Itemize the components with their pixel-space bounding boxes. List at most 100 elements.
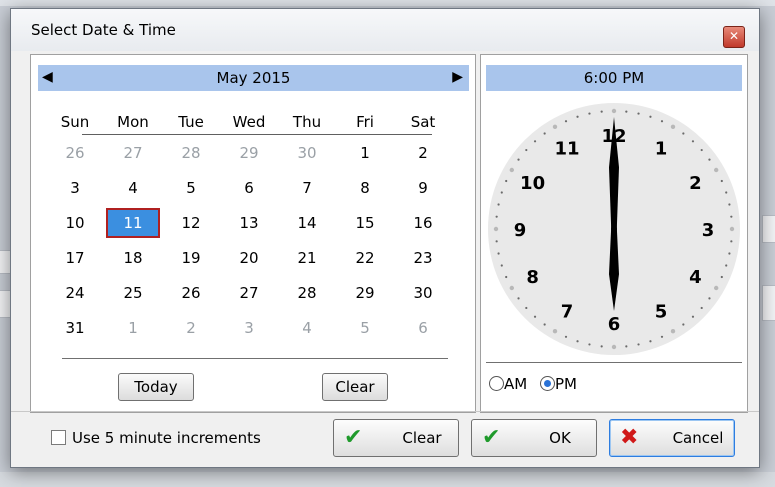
day-cell[interactable]: 1 xyxy=(338,138,392,168)
day-cell[interactable]: 29 xyxy=(338,278,392,308)
day-cell[interactable]: 9 xyxy=(396,173,450,203)
calendar-clear-button[interactable]: Clear xyxy=(322,373,388,401)
day-cell[interactable]: 5 xyxy=(164,173,218,203)
minute-tick xyxy=(495,240,498,243)
day-cell[interactable]: 8 xyxy=(338,173,392,203)
day-cell[interactable]: 27 xyxy=(106,138,160,168)
day-cell[interactable]: 21 xyxy=(280,243,334,273)
close-button[interactable]: ✕ xyxy=(723,26,745,48)
minute-tick xyxy=(552,124,558,130)
minute-tick xyxy=(730,240,733,243)
minute-tick xyxy=(543,323,546,326)
minute-tick xyxy=(625,345,628,348)
title-bar: Select Date & Time ✕ xyxy=(11,9,759,51)
pm-radio[interactable] xyxy=(539,376,555,391)
minute-tick xyxy=(660,120,664,123)
clock-center xyxy=(611,226,617,232)
day-cell[interactable]: 2 xyxy=(164,313,218,343)
day-cell[interactable]: 6 xyxy=(222,173,276,203)
day-cell[interactable]: 13 xyxy=(222,208,276,238)
minute-tick xyxy=(497,252,500,255)
minute-tick xyxy=(729,226,735,232)
day-cell-selected[interactable]: 11 xyxy=(106,208,160,238)
minute-tick xyxy=(564,120,568,123)
increments-option: Use 5 minute increments xyxy=(51,429,261,447)
minute-tick xyxy=(533,140,537,143)
minute-tick xyxy=(713,167,719,173)
day-cell[interactable]: 20 xyxy=(222,243,276,273)
day-cell[interactable]: 2 xyxy=(396,138,450,168)
clock-number: 7 xyxy=(561,301,574,322)
am-pm-selector: AM PM xyxy=(489,375,585,393)
day-cell[interactable]: 14 xyxy=(280,208,334,238)
footer-clear-button[interactable]: ✔ Clear xyxy=(333,419,459,457)
day-cell[interactable]: 22 xyxy=(338,243,392,273)
minute-tick xyxy=(708,158,711,161)
day-cell[interactable]: 26 xyxy=(164,278,218,308)
minute-tick xyxy=(525,306,528,310)
day-cell[interactable]: 29 xyxy=(222,138,276,168)
clock-number: 1 xyxy=(655,139,668,160)
weekday-header: Fri xyxy=(356,113,374,131)
day-cell[interactable]: 15 xyxy=(338,208,392,238)
day-cell[interactable]: 1 xyxy=(106,313,160,343)
footer-clear-label: Clear xyxy=(402,429,442,447)
today-button[interactable]: Today xyxy=(118,373,194,401)
ok-button[interactable]: ✔ OK xyxy=(471,419,597,457)
ampm-divider xyxy=(486,362,742,363)
background-app-field-right xyxy=(762,285,775,321)
minute-tick xyxy=(700,148,703,152)
minute-tick xyxy=(720,275,723,279)
day-cell[interactable]: 27 xyxy=(222,278,276,308)
day-cell[interactable]: 24 xyxy=(48,278,102,308)
day-cell[interactable]: 30 xyxy=(396,278,450,308)
minute-tick xyxy=(576,340,579,343)
next-month-icon[interactable]: ▶ xyxy=(452,69,463,85)
time-label: 6:00 PM xyxy=(486,65,742,91)
day-cell[interactable]: 7 xyxy=(280,173,334,203)
day-cell[interactable]: 31 xyxy=(48,313,102,343)
day-cell[interactable]: 18 xyxy=(106,243,160,273)
minute-tick xyxy=(728,203,731,206)
analog-clock[interactable]: 121234567891011 xyxy=(481,99,747,359)
day-cell[interactable]: 28 xyxy=(164,138,218,168)
day-cell[interactable]: 3 xyxy=(48,173,102,203)
minute-tick xyxy=(600,110,603,113)
day-cell[interactable]: 28 xyxy=(280,278,334,308)
day-cell[interactable]: 4 xyxy=(280,313,334,343)
day-cell[interactable]: 30 xyxy=(280,138,334,168)
cancel-button[interactable]: ✖ Cancel xyxy=(609,419,735,457)
day-cell[interactable]: 6 xyxy=(396,313,450,343)
minute-tick xyxy=(576,115,579,118)
day-cell[interactable]: 16 xyxy=(396,208,450,238)
minute-tick xyxy=(505,275,508,279)
day-cell[interactable]: 4 xyxy=(106,173,160,203)
day-cell[interactable]: 3 xyxy=(222,313,276,343)
minute-tick xyxy=(625,110,628,113)
minute-tick xyxy=(670,124,676,130)
minute-tick xyxy=(533,315,537,318)
increments-checkbox[interactable] xyxy=(51,430,66,445)
clock-number: 5 xyxy=(655,301,668,322)
day-cell[interactable]: 19 xyxy=(164,243,218,273)
minute-tick xyxy=(660,335,664,338)
minute-tick xyxy=(509,167,515,173)
clock-number: 11 xyxy=(554,139,579,160)
minute-tick xyxy=(670,328,676,334)
minute-tick xyxy=(700,306,703,310)
clock-number: 9 xyxy=(514,220,527,241)
day-cell[interactable]: 26 xyxy=(48,138,102,168)
day-cell[interactable]: 23 xyxy=(396,243,450,273)
day-cell[interactable]: 10 xyxy=(48,208,102,238)
day-cell[interactable]: 12 xyxy=(164,208,218,238)
day-cell[interactable]: 5 xyxy=(338,313,392,343)
clock-number: 4 xyxy=(689,267,702,288)
am-label: AM xyxy=(504,375,528,393)
am-radio[interactable] xyxy=(489,376,504,391)
check-icon: ✔ xyxy=(482,425,501,450)
day-cell[interactable]: 17 xyxy=(48,243,102,273)
minute-tick xyxy=(588,343,591,346)
day-cell[interactable]: 25 xyxy=(106,278,160,308)
calendar-panel: ◀ May 2015 ▶ Sun Mon Tue Wed Thu Fri Sat… xyxy=(30,54,476,413)
minute-tick xyxy=(564,335,568,338)
